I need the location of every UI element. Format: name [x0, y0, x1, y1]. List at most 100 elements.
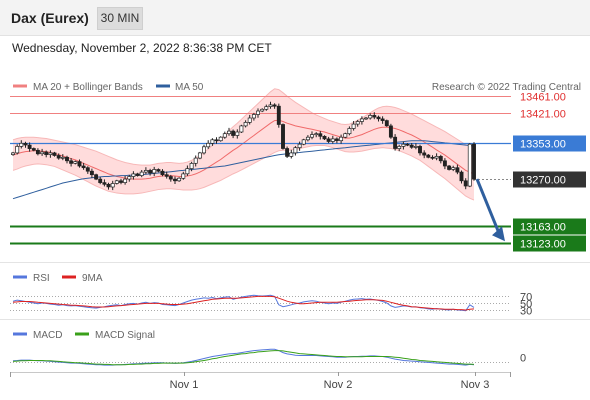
candle-body — [281, 124, 285, 149]
candle-body — [131, 173, 136, 177]
forecast-arrow — [475, 178, 505, 242]
candle-body — [227, 130, 231, 135]
rsi-level-label: 30 — [520, 306, 532, 318]
candle-body — [210, 139, 215, 144]
candle-body — [430, 156, 435, 159]
candle-body — [393, 136, 398, 149]
ma20-legend-label: MA 20 + Bollinger Bands — [33, 82, 143, 93]
x-axis: Nov 1 Nov 2 Nov 3 — [10, 372, 511, 391]
candle-body — [388, 125, 393, 138]
support-level-label: 13163.00 — [520, 222, 566, 234]
candle-body — [276, 105, 281, 125]
last-level-label: 13270.00 — [520, 175, 566, 187]
candle-body — [322, 135, 327, 140]
candle-body — [148, 170, 153, 174]
candle-body — [235, 131, 240, 136]
candle-body — [19, 142, 24, 147]
candle-body — [334, 138, 339, 141]
candle-body — [272, 104, 277, 107]
candle-body — [310, 134, 314, 138]
candle-body — [222, 133, 227, 138]
candle-body — [173, 178, 177, 182]
candle-body — [301, 139, 306, 145]
candle-body — [422, 152, 427, 156]
candle-body — [451, 167, 456, 170]
support-level-label: 13123.00 — [520, 239, 566, 251]
candle-body — [463, 180, 468, 187]
candle-body — [202, 146, 206, 154]
candle-body — [231, 130, 236, 136]
candle-body — [143, 170, 148, 173]
candle-body — [40, 151, 45, 155]
candle-body — [89, 170, 94, 176]
candle-body — [442, 160, 447, 167]
candle-body — [467, 143, 472, 187]
candle-body — [305, 136, 310, 141]
candle-body — [314, 133, 319, 136]
x-tick-label: Nov 2 — [324, 379, 353, 391]
candle-body — [405, 143, 410, 146]
candle-body — [60, 156, 65, 159]
candle-body — [397, 146, 402, 149]
candle-body — [472, 143, 476, 180]
candle-body — [318, 133, 323, 137]
macd-signal-legend-label: MACD Signal — [95, 330, 155, 341]
candle-body — [455, 167, 460, 173]
candle-body — [135, 173, 140, 176]
candle-body — [285, 148, 290, 157]
candle-body — [77, 161, 82, 167]
candle-body — [189, 163, 194, 169]
candle-body — [139, 171, 144, 176]
candle-body — [185, 168, 190, 175]
candle-body — [106, 183, 111, 188]
candle-body — [110, 183, 115, 188]
macd-plot: 0 — [10, 348, 526, 366]
rsi-ma-legend-label: 9MA — [82, 273, 103, 284]
candle-body — [384, 120, 389, 127]
candle-body — [214, 139, 219, 142]
candle-body — [31, 148, 36, 151]
candle-body — [15, 146, 20, 154]
candle-body — [160, 170, 165, 176]
candle-body — [368, 115, 373, 119]
candle-body — [239, 125, 244, 133]
candle-body — [44, 151, 49, 155]
candle-body — [351, 123, 356, 129]
candle-body — [372, 115, 377, 118]
candle-body — [376, 116, 381, 120]
chart-canvas: MA 20 + Bollinger Bands MA 50 Research ©… — [0, 82, 590, 391]
candle-body — [264, 106, 269, 110]
candle-body — [218, 136, 223, 142]
candle-body — [459, 171, 464, 182]
candle-body — [418, 146, 422, 154]
candle-body — [413, 146, 418, 148]
candle-body — [177, 177, 182, 182]
candle-body — [251, 114, 256, 119]
candle-body — [119, 180, 123, 183]
candle-body — [102, 182, 107, 185]
candle-body — [164, 174, 169, 177]
candle-body — [401, 143, 406, 147]
candle-body — [168, 176, 173, 180]
candle-body — [65, 156, 69, 162]
candle-body — [156, 169, 161, 172]
candle-body — [27, 144, 32, 149]
candle-body — [94, 174, 99, 180]
candle-body — [127, 176, 132, 180]
pivot-level-label: 13353.00 — [520, 139, 566, 151]
candle-body — [73, 161, 78, 164]
macd-level-label: 0 — [520, 353, 526, 365]
candle-body — [193, 157, 198, 164]
candle-body — [343, 133, 348, 138]
candle-body — [197, 152, 202, 159]
forecast-arrow-shaft — [475, 178, 501, 234]
candle-body — [35, 149, 40, 155]
rsi-plot: 705030 — [10, 292, 532, 318]
candle-body — [260, 108, 265, 112]
candle-body — [123, 178, 128, 183]
resistance-level-label: 13421.00 — [520, 109, 566, 121]
candle-body — [438, 156, 443, 162]
x-tick-label: Nov 1 — [170, 379, 199, 391]
candle-body — [447, 165, 452, 170]
candle-body — [23, 142, 28, 146]
